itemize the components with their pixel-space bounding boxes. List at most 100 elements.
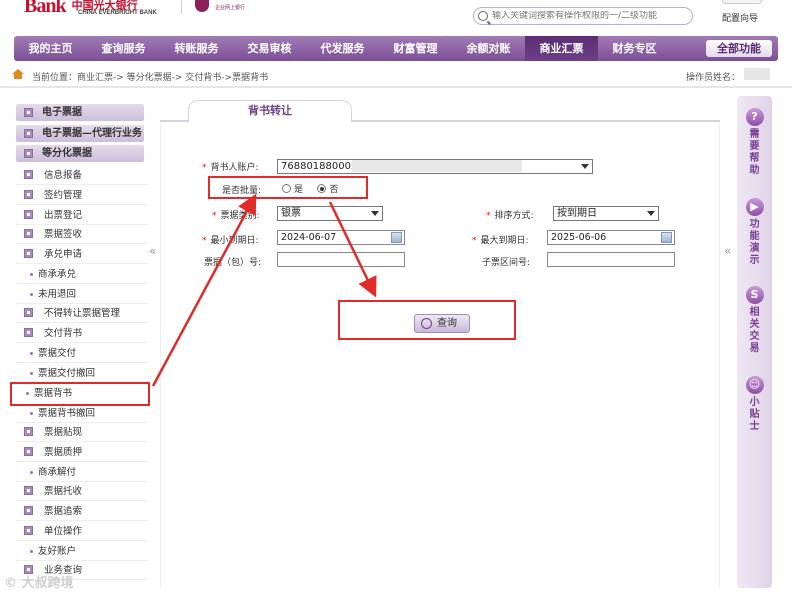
sidebar-sub-bill-endorsement-withdraw[interactable]: 票据背书撤回 <box>16 404 148 423</box>
demo-shortcut[interactable]: ▶ 功能演示 <box>737 198 772 267</box>
menu-square-icon <box>24 328 33 337</box>
bill-type-select[interactable]: 银票 <box>277 206 383 221</box>
sidebar-item-acceptance-request[interactable]: 承兑申请 <box>16 245 148 264</box>
nav-transfer-service[interactable]: 转账服务 <box>160 36 233 61</box>
sidebar-sub-commercial-acceptance[interactable]: 商承承兑 <box>16 265 148 284</box>
sidebar-item-label: 票据贴现 <box>44 427 83 438</box>
menu-square-icon <box>24 506 33 515</box>
max-due-label-text: 最大到期日: <box>480 236 529 246</box>
logo-divider <box>181 0 182 14</box>
sidebar-item-delivery-endorsement[interactable]: 交付背书 <box>16 324 148 343</box>
sidebar-item-unit-operation[interactable]: 单位操作 <box>16 522 148 541</box>
sidebar-item-bill-discount[interactable]: 票据贴现 <box>16 423 148 442</box>
menu-square-icon <box>24 210 33 219</box>
sidebar-item-bill-receipt[interactable]: 票据签收 <box>16 225 148 244</box>
chevron-down-icon <box>581 164 589 169</box>
menu-square-icon <box>24 486 33 495</box>
search-icon[interactable] <box>478 11 488 21</box>
sidebar-sub-bill-delivery-withdraw[interactable]: 票据交付撤回 <box>16 364 148 383</box>
highlight-batch-option <box>208 176 368 199</box>
breadcrumb-divider <box>0 86 792 88</box>
sub-range-input[interactable] <box>547 252 675 267</box>
bill-number-label: 票据（包）号: <box>204 258 262 268</box>
menu-square-icon <box>24 526 33 535</box>
bank-logo[interactable]: Bank 中国光大银行 CHINA EVERBRIGHT BANK <box>24 0 157 17</box>
panel-border <box>160 122 161 588</box>
sidebar-item-bill-pledge[interactable]: 票据质押 <box>16 443 148 462</box>
right-helper-bar: ? 需要帮助 ▶ 功能演示 S 相关交易 ☺ 小贴士 <box>737 96 772 588</box>
sidebar-group-electronic-bills[interactable]: 电子票据 <box>16 104 144 121</box>
logo-english-name: CHINA EVERBRIGHT BANK <box>78 10 157 16</box>
sort-value: 按到期日 <box>557 208 597 219</box>
highlight-query-button <box>338 300 516 340</box>
config-top-button[interactable] <box>722 0 762 4</box>
menu-square-icon <box>24 149 33 158</box>
sort-label-text: 排序方式: <box>494 211 534 221</box>
sidebar-item-label: 不得转让票据管理 <box>44 308 121 319</box>
all-functions-button[interactable]: 全部功能 <box>706 40 772 57</box>
header: Bank 中国光大银行 CHINA EVERBRIGHT BANK 企业网上银行… <box>0 0 792 34</box>
sidebar-item-bill-recourse[interactable]: 票据追索 <box>16 502 148 521</box>
sort-label: * 排序方式: <box>486 208 534 221</box>
sidebar-sub-bill-endorsement[interactable]: 票据背书 <box>10 382 150 406</box>
corporate-banking-text: 企业网上银行 <box>215 5 246 11</box>
menu-square-icon <box>24 229 33 238</box>
config-wizard-link[interactable]: 配置向导 <box>722 11 758 24</box>
search-input[interactable] <box>492 11 687 21</box>
search-box[interactable] <box>473 7 693 25</box>
sidebar-sub-bill-delivery[interactable]: 票据交付 <box>16 344 148 363</box>
sort-select[interactable]: 按到期日 <box>553 206 659 221</box>
sidebar-item-label: 签约管理 <box>44 190 83 201</box>
nav-wealth-management[interactable]: 财富管理 <box>379 36 452 61</box>
sidebar-group-agent-bank[interactable]: 电子票据—代理行业务 <box>16 125 144 142</box>
sidebar-item-non-transferable[interactable]: 不得转让票据管理 <box>16 304 148 323</box>
home-icon[interactable] <box>12 69 24 79</box>
account-label: * 背书人账户: <box>202 160 259 173</box>
main-panel: 背书转让 * 背书人账户: 7688018800024 是否批量: 是 否 * 票据… <box>160 96 720 588</box>
min-due-label-text: 最小到期日: <box>210 236 259 246</box>
sidebar-item-label: 承兑申请 <box>44 249 83 260</box>
sidebar-group-label: 电子票据 <box>42 107 82 118</box>
max-due-date-input[interactable]: 2025-06-06 <box>547 230 675 245</box>
required-mark: * <box>212 211 217 221</box>
watermark: © 大叔跨境 <box>4 576 74 591</box>
breadcrumb: 当前位置：商业汇票-> 等分化票据-> 交付背书->票据背书 <box>32 73 269 83</box>
sidebar-item-bill-collection[interactable]: 票据托收 <box>16 482 148 501</box>
min-due-date-input[interactable]: 2024-06-07 <box>277 230 405 245</box>
related-transactions-shortcut[interactable]: S 相关交易 <box>737 286 772 355</box>
min-due-date-value: 2024-06-07 <box>281 232 337 243</box>
sidebar-item-info-report[interactable]: 信息报备 <box>16 166 148 185</box>
calendar-icon[interactable] <box>391 232 402 243</box>
bill-number-input[interactable] <box>277 252 405 267</box>
max-due-date-value: 2025-06-06 <box>551 232 607 243</box>
sidebar-sub-unused-return[interactable]: 未用退回 <box>16 285 148 304</box>
logo-wordmark: Bank <box>24 0 67 17</box>
required-mark: * <box>202 163 207 173</box>
sidebar-group-label: 电子票据—代理行业务 <box>42 128 142 139</box>
sidebar-sub-commercial-payment[interactable]: 商承解付 <box>16 463 148 482</box>
sidebar-item-label: 票据托收 <box>44 486 83 497</box>
nav-commercial-bills[interactable]: 商业汇票 <box>525 36 598 61</box>
left-sidebar: 电子票据 电子票据—代理行业务 等分化票据 信息报备 签约管理 出票登记 票据签… <box>10 92 150 588</box>
account-label-text: 背书人账户: <box>210 163 259 173</box>
nav-balance-reconciliation[interactable]: 余额对账 <box>452 36 525 61</box>
sidebar-item-contract-management[interactable]: 签约管理 <box>16 186 148 205</box>
nav-my-home[interactable]: 我的主页 <box>14 36 87 61</box>
nav-transaction-review[interactable]: 交易审核 <box>233 36 306 61</box>
sidebar-sub-friendly-account[interactable]: 友好账户 <box>16 542 148 561</box>
required-mark: * <box>486 211 491 221</box>
sidebar-group-label: 等分化票据 <box>42 148 92 159</box>
nav-query-service[interactable]: 查询服务 <box>87 36 160 61</box>
required-mark: * <box>202 236 207 246</box>
sidebar-item-issue-registration[interactable]: 出票登记 <box>16 206 148 225</box>
help-shortcut[interactable]: ? 需要帮助 <box>737 108 772 177</box>
calendar-icon[interactable] <box>661 232 672 243</box>
tab-endorsement-transfer[interactable]: 背书转让 <box>188 100 352 122</box>
nav-finance-zone[interactable]: 财务专区 <box>598 36 671 61</box>
collapse-right-icon[interactable]: « <box>724 244 731 258</box>
nav-payroll-service[interactable]: 代发服务 <box>306 36 379 61</box>
sidebar-group-divisible-bills[interactable]: 等分化票据 <box>16 145 144 162</box>
tips-shortcut[interactable]: ☺ 小贴士 <box>737 376 772 433</box>
collapse-left-icon[interactable]: « <box>149 244 156 258</box>
help-shortcut-label: 需要帮助 <box>749 129 760 176</box>
